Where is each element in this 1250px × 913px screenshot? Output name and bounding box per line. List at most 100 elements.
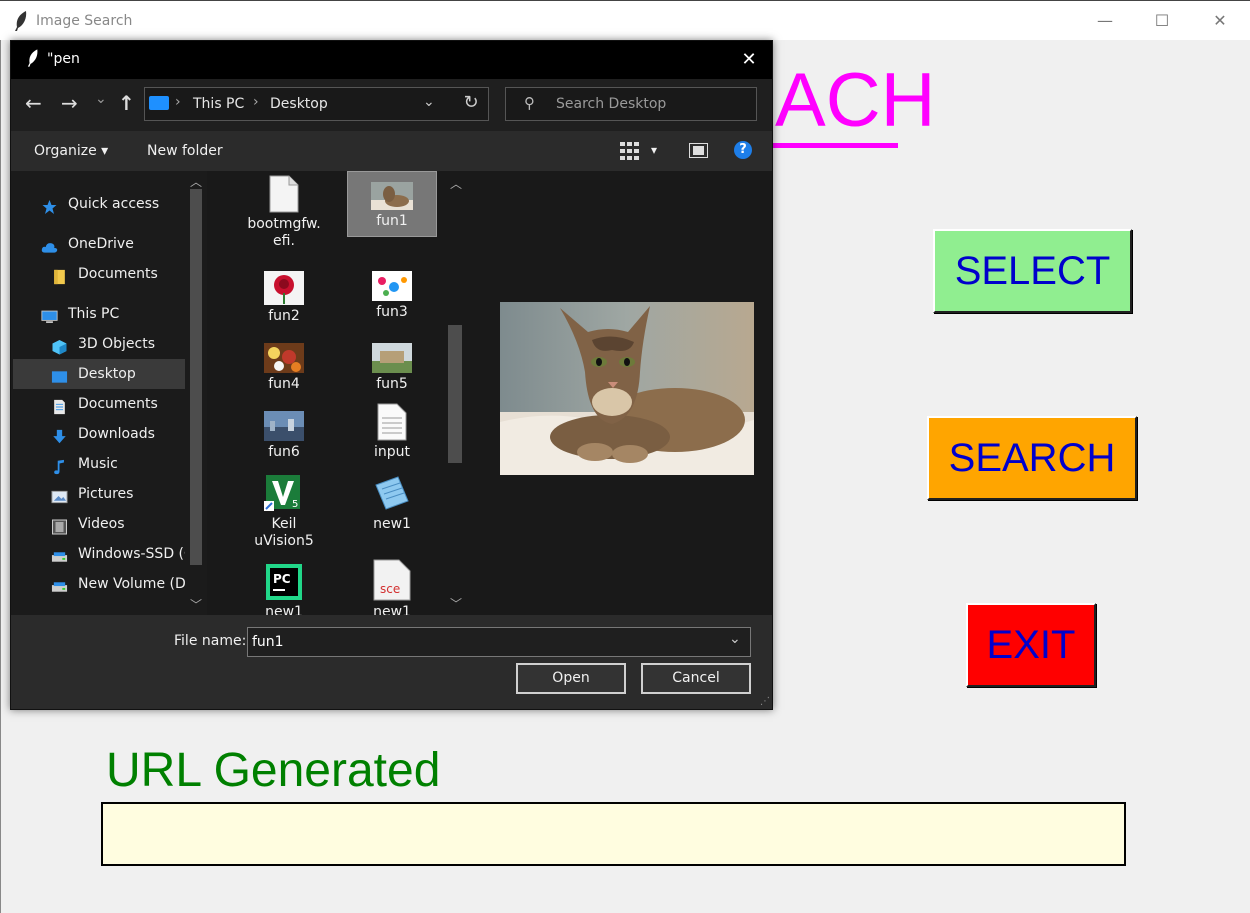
exit-button[interactable]: EXIT: [966, 603, 1096, 687]
file-item[interactable]: fun2: [239, 271, 329, 325]
sidebar-item[interactable]: OneDrive: [13, 229, 185, 259]
download-icon: [51, 426, 68, 444]
sidebar-item-label: This PC: [68, 306, 120, 322]
desktop-icon: [51, 366, 68, 383]
file-item[interactable]: bootmgfw. efi.: [239, 175, 329, 250]
file-item-label: fun4: [268, 376, 300, 392]
url-field[interactable]: [101, 802, 1126, 866]
scrollbar-thumb[interactable]: [190, 189, 202, 565]
file-item[interactable]: fun3: [347, 271, 437, 321]
sidebar-item-label: Music: [78, 456, 118, 472]
folder-icon: [51, 266, 68, 285]
sidebar-item-label: Documents: [78, 266, 158, 282]
organize-menu[interactable]: Organize ▾: [34, 143, 108, 159]
rose-thumb-icon: [264, 271, 304, 305]
cube-icon: [51, 336, 68, 355]
search-placeholder: Search Desktop: [556, 96, 667, 112]
graphic-thumb-icon: [372, 271, 412, 301]
cancel-button[interactable]: Cancel: [641, 663, 751, 694]
sidebar-item[interactable]: Music: [13, 449, 185, 479]
svg-text:5: 5: [292, 499, 298, 510]
sidebar-item[interactable]: Quick access: [13, 189, 185, 219]
food-thumb-icon: [264, 343, 304, 373]
file-item[interactable]: fun6: [239, 411, 329, 461]
sidebar-item[interactable]: Desktop: [13, 359, 185, 389]
scroll-down-arrow-icon[interactable]: ﹀: [450, 595, 462, 612]
preview-pane-icon[interactable]: [689, 143, 708, 158]
sidebar-item[interactable]: New Volume (D:: [13, 569, 185, 599]
resize-grip-icon[interactable]: ⋰: [760, 696, 770, 707]
file-name-dropdown-chevron-icon[interactable]: ⌄: [729, 631, 741, 647]
navigation-pane-scrollbar[interactable]: ︿ ﹀: [187, 171, 205, 615]
file-item[interactable]: fun4: [239, 343, 329, 393]
select-button[interactable]: SELECT: [933, 229, 1132, 313]
building-thumb-icon: [372, 343, 412, 373]
search-button[interactable]: SEARCH: [927, 416, 1137, 500]
scroll-down-arrow-icon[interactable]: ﹀: [190, 596, 202, 613]
file-item-label: fun6: [268, 444, 300, 460]
video-icon: [51, 516, 68, 535]
scroll-up-arrow-icon[interactable]: ︿: [450, 175, 462, 192]
file-item[interactable]: fun1: [347, 171, 437, 237]
file-item[interactable]: fun5: [347, 343, 437, 393]
file-list-scrollbar[interactable]: ︿ ﹀: [445, 171, 467, 615]
file-item-label: input: [373, 444, 410, 460]
sidebar-item[interactable]: This PC: [13, 299, 185, 329]
sidebar-item[interactable]: 3D Objects: [13, 329, 185, 359]
dialog-footer: File name: fun1 ⌄ Open Cancel ⋰: [11, 615, 772, 709]
feather-icon: [15, 11, 27, 31]
breadcrumb-separator: ›: [175, 94, 181, 110]
maximize-button[interactable]: ☐: [1139, 7, 1185, 35]
open-dialog: "pen ✕ ← → ⌄ ↑ › This PC › Desktop ⌄ ↻ ⚲…: [10, 40, 773, 710]
file-item-label: bootmgfw. efi.: [247, 216, 321, 249]
breadcrumb-desktop[interactable]: Desktop: [270, 96, 328, 112]
search-icon: ⚲: [524, 94, 535, 112]
recent-locations-chevron-icon[interactable]: ⌄: [95, 89, 107, 109]
new-folder-button[interactable]: New folder: [147, 143, 223, 159]
sidebar-item[interactable]: Documents: [13, 259, 185, 289]
title-underline: [770, 143, 898, 148]
back-arrow-icon[interactable]: ←: [25, 93, 42, 113]
text-file-icon: [377, 403, 407, 441]
up-arrow-icon[interactable]: ↑: [118, 93, 135, 113]
forward-arrow-icon[interactable]: →: [61, 93, 78, 113]
sidebar-item[interactable]: Documents: [13, 389, 185, 419]
document-icon: [51, 396, 68, 415]
navigation-bar: ← → ⌄ ↑ › This PC › Desktop ⌄ ↻ ⚲ Search…: [11, 79, 772, 131]
breadcrumb-this-pc[interactable]: This PC: [193, 96, 244, 112]
main-titlebar: Image Search — ☐ ✕: [0, 0, 1250, 40]
view-grid-icon[interactable]: [620, 142, 639, 160]
minimize-button[interactable]: —: [1082, 7, 1128, 35]
refresh-icon[interactable]: ↻: [455, 87, 487, 119]
address-bar[interactable]: › This PC › Desktop ⌄: [144, 87, 489, 121]
svg-text:sce: sce: [380, 582, 400, 596]
scrollbar-thumb[interactable]: [448, 325, 462, 463]
sidebar-item-label: Desktop: [78, 366, 136, 382]
open-button[interactable]: Open: [516, 663, 626, 694]
file-item[interactable]: new1: [347, 473, 437, 533]
this-pc-icon: [149, 96, 169, 110]
address-dropdown-chevron-icon[interactable]: ⌄: [423, 94, 435, 110]
file-list: bootmgfw. efi. fun1 fun2 fun3 fun4 fun5 fun6 in…: [207, 171, 467, 615]
sidebar-item-label: Downloads: [78, 426, 155, 442]
search-input[interactable]: ⚲ Search Desktop: [505, 87, 757, 121]
scroll-up-arrow-icon[interactable]: ︿: [190, 173, 202, 190]
sidebar-item[interactable]: Windows-SSD (C: [13, 539, 185, 569]
help-icon[interactable]: ?: [734, 141, 752, 159]
file-item[interactable]: sce new1: [347, 559, 437, 615]
file-item[interactable]: 5 Keil uVision5: [239, 473, 329, 550]
file-item-label: new1: [265, 604, 303, 615]
view-options-chevron-icon[interactable]: ▾: [651, 143, 657, 157]
drive-icon: [51, 576, 68, 592]
page-title: ACH: [775, 58, 936, 143]
sidebar-item[interactable]: Downloads: [13, 419, 185, 449]
file-item[interactable]: PC new1: [239, 563, 329, 615]
file-name-input[interactable]: fun1: [247, 627, 751, 657]
computer-icon: [41, 306, 58, 323]
sidebar-item-label: Windows-SSD (C: [78, 546, 185, 562]
file-item[interactable]: input: [347, 403, 437, 461]
sidebar-item[interactable]: Videos: [13, 509, 185, 539]
sidebar-item[interactable]: Pictures: [13, 479, 185, 509]
dialog-close-button[interactable]: ✕: [734, 45, 764, 75]
close-button[interactable]: ✕: [1197, 7, 1243, 35]
